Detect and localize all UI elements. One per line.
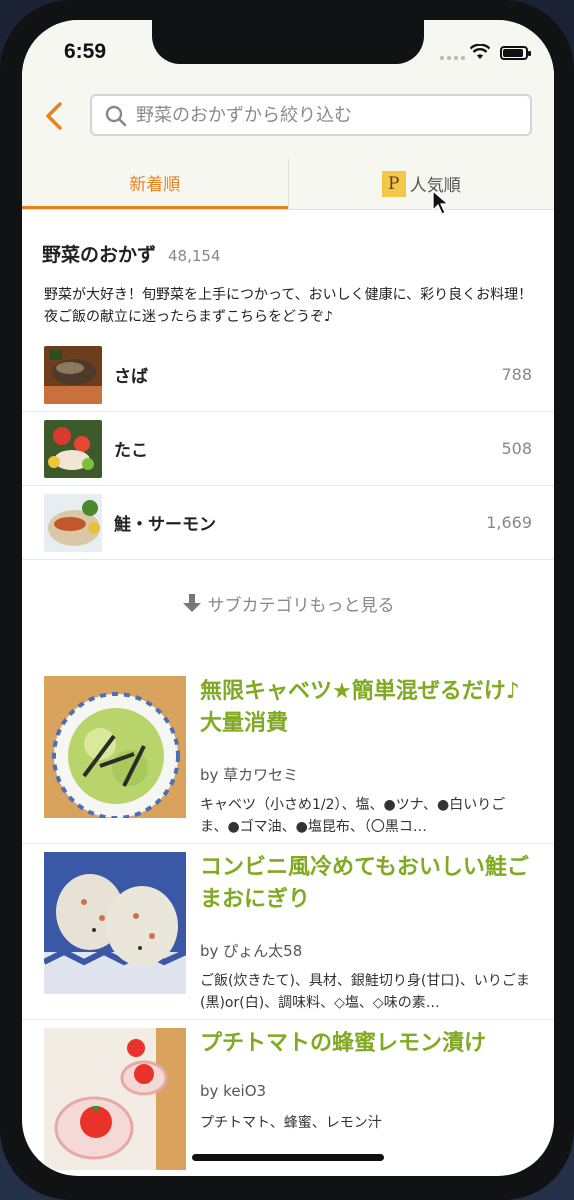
saba-thumbnail [44,345,102,404]
category-count: 48,154 [168,247,221,265]
more-subcategories-link[interactable]: サブカテゴリもっと見る [22,576,554,630]
mouse-cursor-icon [432,190,450,215]
category-title: 野菜のおかず [42,244,157,266]
category-header: 野菜のおかず 48,154 [42,240,221,267]
subcategory-item-salmon[interactable]: 鮭・サーモン 1,669 [22,486,554,560]
recipe-title[interactable]: プチトマトの蜂蜜レモン漬け [200,1028,536,1060]
recipe-image [44,852,186,994]
search-input[interactable] [136,96,516,134]
tab-newest-label: 新着順 [129,174,181,195]
recipe-card[interactable]: プチトマトの蜂蜜レモン漬け by keiO3 プチトマト、蜂蜜、レモン汁 [22,1020,554,1176]
search-icon [105,105,127,127]
recipe-card[interactable]: コンビニ風冷めてもおいしい鮭ごまおにぎり by ぴょん太58 ご飯(炊きたて)、… [22,844,554,1020]
subcategory-name: たこ [114,441,148,461]
more-subcategories-label: サブカテゴリもっと見る [207,595,395,616]
search-box[interactable] [90,94,532,136]
recipe-card[interactable]: 無限キャベツ★簡単混ぜるだけ♪大量消費 by 草カワセミ キャベツ（小さめ1/2… [22,668,554,844]
recipe-author: by 草カワセミ [200,766,299,784]
premium-icon: P [381,170,406,197]
subcategory-item-tako[interactable]: たこ 508 [22,412,554,486]
subcategory-count: 508 [501,439,532,458]
battery-icon [500,46,531,60]
subcategory-item-saba[interactable]: さば 788 [22,338,554,412]
recipe-ingredients: プチトマト、蜂蜜、レモン汁 [200,1115,382,1131]
recipe-author: by ぴょん太58 [200,942,303,960]
search-header [22,84,554,158]
subcategory-name: さば [114,367,148,387]
recipe-title[interactable]: コンビニ風冷めてもおいしい鮭ごまおにぎり [200,852,536,916]
signal-icon [440,56,465,60]
subcategory-list: さば 788 たこ 508 鮭・サーモン 1,669 [22,338,554,560]
recipe-image [44,1028,186,1170]
recipe-title[interactable]: 無限キャベツ★簡単混ぜるだけ♪大量消費 [200,676,536,740]
tab-popular[interactable]: P 人気順 [287,158,555,209]
salmon-thumbnail [44,493,102,552]
tab-newest[interactable]: 新着順 [22,158,288,209]
home-indicator[interactable] [192,1154,384,1161]
subcategory-count: 788 [501,365,532,384]
status-time: 6:59 [64,40,107,63]
subcategory-count: 1,669 [486,513,532,532]
recipe-author: by keiO3 [200,1082,267,1100]
back-arrow-icon[interactable] [40,98,70,134]
recipe-ingredients: キャベツ（小さめ1/2）、塩、●ツナ、●白いりごま、●ゴマ油、●塩昆布、（〇黒コ… [200,797,506,835]
tako-thumbnail [44,419,102,478]
wifi-icon [470,44,490,59]
recipe-image [44,676,186,818]
sort-tabs: 新着順 P 人気順 [22,158,554,210]
subcategory-name: 鮭・サーモン [114,515,216,535]
device-notch [152,20,424,64]
recipe-list: 無限キャベツ★簡単混ぜるだけ♪大量消費 by 草カワセミ キャベツ（小さめ1/2… [22,668,554,1176]
recipe-ingredients: ご飯(炊きたて)、具材、銀鮭切り身(甘口)、いりごま(黒)or(白)、調味料、◇… [200,973,530,1011]
app-screen: 6:59 新着順 P 人気順 野菜のお [22,20,554,1176]
category-description: 野菜が大好き！旬野菜を上手につかって、おいしく健康に、彩り良くお料理！夜ご飯の献… [44,287,533,325]
arrow-down-icon [182,594,201,612]
